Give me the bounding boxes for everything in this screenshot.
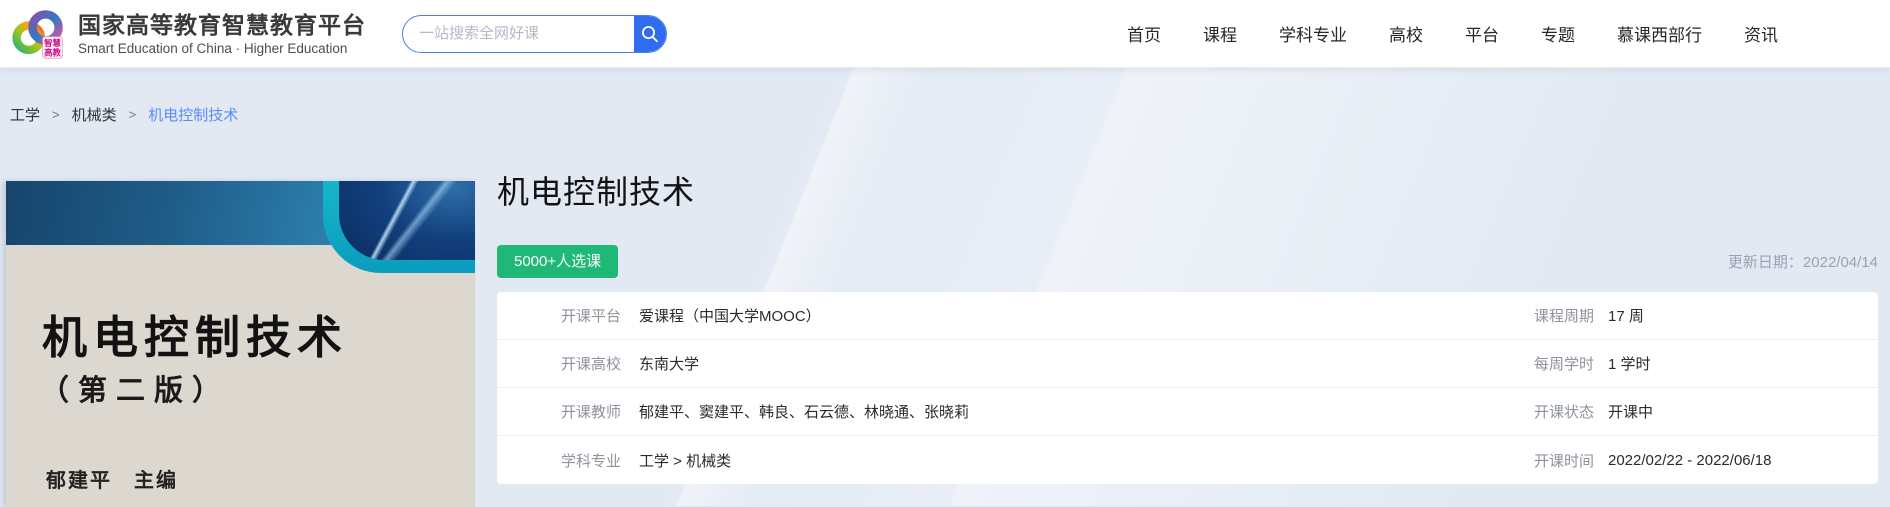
search-input[interactable]: [403, 16, 634, 52]
search-button[interactable]: [634, 16, 666, 52]
nav-item-disciplines[interactable]: 学科专业: [1279, 21, 1347, 46]
course-info-row: 开课平台 爱课程（中国大学MOOC） 课程周期 17 周: [497, 292, 1878, 340]
cover-teal-swoosh: [323, 181, 475, 273]
info-value: 开课中: [1608, 401, 1793, 422]
info-value: 2022/02/22 - 2022/06/18: [1608, 452, 1793, 469]
update-date-label: 更新日期：: [1728, 254, 1803, 271]
course-info-row: 学科专业 工学 > 机械类 开课时间 2022/02/22 - 2022/06/…: [497, 436, 1878, 484]
svg-text:高教: 高教: [44, 47, 61, 57]
course-title: 机电控制技术: [497, 167, 1878, 213]
breadcrumb: 工学 > 机械类 > 机电控制技术: [0, 68, 1890, 125]
update-date: 更新日期：2022/04/14: [1728, 251, 1878, 272]
info-label: 开课教师: [561, 401, 623, 422]
course-content: 机电控制技术 5000+人选课 更新日期：2022/04/14 开课平台 爱课程…: [475, 153, 1890, 484]
info-label: 开课平台: [561, 305, 623, 326]
course-info-row: 开课教师 郁建平、窦建平、韩良、石云德、林晓通、张晓莉 开课状态 开课中: [497, 388, 1878, 436]
breadcrumb-item-machinery[interactable]: 机械类: [72, 104, 117, 125]
nav-item-platform[interactable]: 平台: [1465, 21, 1499, 46]
course-info-panel: 开课平台 爱课程（中国大学MOOC） 课程周期 17 周 开课高校 东南大学 每…: [497, 292, 1878, 484]
breadcrumb-item-current[interactable]: 机电控制技术: [148, 104, 238, 125]
info-right-pair: 课程周期 17 周: [1534, 305, 1878, 326]
site-header: 智慧 高教 国家高等教育智慧教育平台 Smart Education of Ch…: [0, 0, 1890, 68]
info-value: 17 周: [1608, 305, 1793, 326]
breadcrumb-separator-icon: >: [129, 107, 137, 122]
info-value: 郁建平、窦建平、韩良、石云德、林晓通、张晓莉: [639, 401, 969, 422]
cover-author: 郁建平 主编: [46, 464, 178, 493]
smart-education-logo-icon: 智慧 高教: [11, 6, 67, 62]
breadcrumb-item-engineering[interactable]: 工学: [10, 104, 40, 125]
brand-block: 国家高等教育智慧教育平台 Smart Education of China · …: [78, 12, 366, 56]
enrollment-badge: 5000+人选课: [497, 245, 618, 278]
course-info-row: 开课高校 东南大学 每周学时 1 学时: [497, 340, 1878, 388]
course-meta-row: 5000+人选课 更新日期：2022/04/14: [497, 245, 1878, 278]
info-right-pair: 开课时间 2022/02/22 - 2022/06/18: [1534, 450, 1878, 471]
nav-item-courses[interactable]: 课程: [1203, 21, 1237, 46]
info-value: 工学 > 机械类: [639, 450, 731, 471]
info-label: 开课高校: [561, 353, 623, 374]
search-bar: [402, 15, 667, 53]
info-label: 开课时间: [1534, 450, 1594, 471]
info-label: 开课状态: [1534, 401, 1594, 422]
search-icon: [640, 24, 660, 44]
nav-item-colleges[interactable]: 高校: [1389, 21, 1423, 46]
book-cover: 机电控制技术 （第二版） 郁建平 主编: [6, 181, 475, 507]
nav-item-topics[interactable]: 专题: [1541, 21, 1575, 46]
site-logo[interactable]: 智慧 高教: [10, 5, 68, 63]
course-detail: 机电控制技术 （第二版） 郁建平 主编 机电控制技术 5000+人选课 更新日期…: [0, 153, 1890, 507]
nav-item-home[interactable]: 首页: [1127, 21, 1161, 46]
update-date-value: 2022/04/14: [1803, 254, 1878, 271]
info-label: 学科专业: [561, 450, 623, 471]
info-label: 每周学时: [1534, 353, 1594, 374]
info-right-pair: 每周学时 1 学时: [1534, 353, 1878, 374]
nav-item-mooc-west[interactable]: 慕课西部行: [1617, 21, 1702, 46]
info-label: 课程周期: [1534, 305, 1594, 326]
info-value: 东南大学: [639, 353, 699, 374]
main-nav: 首页 课程 学科专业 高校 平台 专题 慕课西部行 资讯: [1127, 21, 1890, 46]
cover-photo-inset: [339, 181, 475, 260]
nav-item-news[interactable]: 资讯: [1744, 21, 1778, 46]
site-subtitle: Smart Education of China · Higher Educat…: [78, 41, 366, 56]
cover-title: 机电控制技术: [42, 301, 348, 366]
breadcrumb-separator-icon: >: [52, 107, 60, 122]
site-title: 国家高等教育智慧教育平台: [78, 12, 366, 39]
cover-edition: （第二版）: [40, 367, 230, 409]
info-value: 1 学时: [1608, 353, 1793, 374]
info-value: 爱课程（中国大学MOOC）: [639, 305, 821, 326]
course-cover-image: 机电控制技术 （第二版） 郁建平 主编: [0, 153, 475, 507]
info-right-pair: 开课状态 开课中: [1534, 401, 1878, 422]
